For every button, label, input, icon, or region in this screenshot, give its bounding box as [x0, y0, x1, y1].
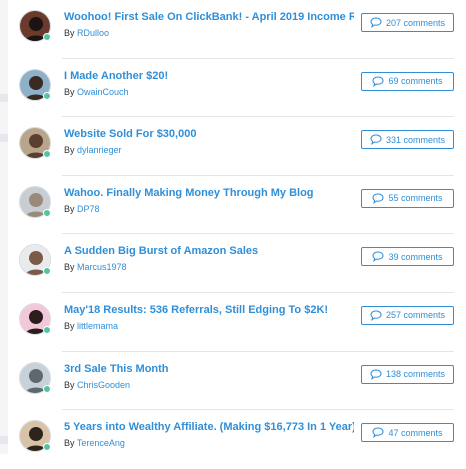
- author-link[interactable]: Marcus1978: [77, 262, 127, 272]
- comments-count: 47 comments: [388, 427, 443, 438]
- post-byline: By littlemama: [64, 320, 118, 332]
- post-title-link[interactable]: A Sudden Big Burst of Amazon Sales: [64, 244, 354, 258]
- post-title-link[interactable]: Wahoo. Finally Making Money Through My B…: [64, 186, 354, 200]
- discussion-row: Wahoo. Finally Making Money Through My B…: [10, 176, 466, 235]
- edge-notch: [0, 134, 8, 142]
- by-label: By: [64, 320, 75, 331]
- comments-count: 69 comments: [388, 76, 443, 87]
- author-link[interactable]: dylanrieger: [77, 145, 122, 155]
- comments-button[interactable]: 47 comments: [361, 423, 454, 443]
- post-title-link[interactable]: 3rd Sale This Month: [64, 362, 354, 376]
- by-label: By: [64, 438, 75, 449]
- speech-bubble-icon: [370, 369, 382, 380]
- speech-bubble-icon: [370, 134, 382, 146]
- online-status-dot: [43, 384, 51, 393]
- comments-button[interactable]: 207 comments: [361, 13, 454, 32]
- discussion-row: Woohoo! First Sale On ClickBank! - April…: [10, 0, 466, 59]
- author-link[interactable]: DP78: [77, 204, 100, 214]
- comments-count: 55 comments: [388, 193, 443, 204]
- by-label: By: [64, 28, 75, 38]
- edge-notch: [0, 94, 8, 102]
- online-status-dot: [43, 443, 51, 452]
- by-label: By: [64, 262, 75, 273]
- discussion-row: 5 Years into Wealthy Affiliate. (Making …: [10, 410, 466, 469]
- online-status-dot: [43, 91, 51, 100]
- discussion-row: A Sudden Big Burst of Amazon Sales By Ma…: [10, 234, 466, 293]
- discussion-row: I Made Another $20! By OwainCouch 69 com…: [10, 59, 466, 118]
- comments-button[interactable]: 39 comments: [361, 247, 454, 267]
- by-label: By: [64, 145, 75, 156]
- online-status-dot: [43, 267, 51, 276]
- post-byline: By OwainCouch: [64, 86, 129, 98]
- comments-button[interactable]: 55 comments: [361, 188, 454, 208]
- author-link[interactable]: ChrisGooden: [77, 380, 130, 390]
- speech-bubble-icon: [372, 76, 384, 87]
- speech-bubble-icon: [372, 251, 384, 263]
- comments-button[interactable]: 138 comments: [361, 364, 454, 384]
- post-byline: By DP78: [64, 203, 100, 215]
- post-title-link[interactable]: Woohoo! First Sale On ClickBank! - April…: [64, 10, 354, 24]
- by-label: By: [64, 86, 75, 97]
- discussion-list: Woohoo! First Sale On ClickBank! - April…: [10, 0, 466, 469]
- comments-count: 39 comments: [388, 251, 443, 262]
- post-byline: By TerenceAng: [64, 437, 125, 449]
- edge-notch: [0, 436, 8, 444]
- author-link[interactable]: littlemama: [77, 321, 118, 331]
- discussion-row: May'18 Results: 536 Referrals, Still Edg…: [10, 293, 466, 352]
- post-title-link[interactable]: 5 Years into Wealthy Affiliate. (Making …: [64, 420, 354, 434]
- author-link[interactable]: TerenceAng: [77, 438, 125, 448]
- by-label: By: [64, 203, 75, 214]
- post-title-link[interactable]: Website Sold For $30,000: [64, 127, 354, 141]
- post-title-link[interactable]: I Made Another $20!: [64, 69, 354, 83]
- post-byline: By Marcus1978: [64, 261, 127, 273]
- comments-button[interactable]: 257 comments: [361, 305, 454, 325]
- discussion-row: 3rd Sale This Month By ChrisGooden 138 c…: [10, 352, 466, 411]
- speech-bubble-icon: [372, 427, 384, 439]
- post-byline: By dylanrieger: [64, 144, 122, 156]
- speech-bubble-icon: [370, 310, 382, 321]
- online-status-dot: [43, 33, 51, 41]
- comments-count: 331 comments: [385, 134, 446, 145]
- comments-button[interactable]: 331 comments: [361, 130, 454, 150]
- online-status-dot: [43, 208, 51, 217]
- comments-count: 257 comments: [385, 310, 446, 321]
- online-status-dot: [43, 325, 51, 334]
- comments-count: 138 comments: [385, 369, 446, 380]
- comments-button[interactable]: 69 comments: [361, 71, 454, 91]
- speech-bubble-icon: [372, 193, 384, 204]
- post-byline: By RDulloo: [64, 27, 109, 39]
- post-title-link[interactable]: May'18 Results: 536 Referrals, Still Edg…: [64, 303, 354, 317]
- discussion-row: Website Sold For $30,000 By dylanrieger …: [10, 117, 466, 176]
- author-link[interactable]: RDulloo: [77, 28, 109, 38]
- online-status-dot: [43, 150, 51, 159]
- left-edge-strip: [0, 0, 8, 454]
- speech-bubble-icon: [370, 17, 382, 28]
- post-byline: By ChrisGooden: [64, 379, 130, 391]
- comments-count: 207 comments: [385, 17, 446, 28]
- author-link[interactable]: OwainCouch: [77, 87, 129, 97]
- by-label: By: [64, 379, 75, 390]
